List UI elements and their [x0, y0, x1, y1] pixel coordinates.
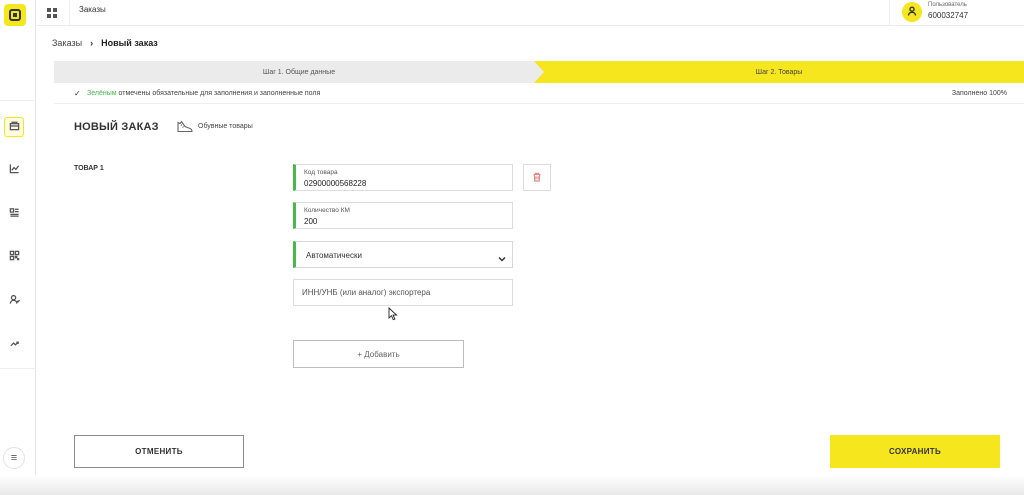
user-icon: [907, 3, 917, 21]
sidebar-item-analytics[interactable]: [4, 160, 24, 180]
product-category: Обувные товары: [198, 123, 253, 130]
product-code-field[interactable]: Код товара 02900000568228: [293, 164, 513, 191]
topbar-title: Заказы: [79, 5, 106, 14]
shoe-icon: [175, 119, 193, 133]
cancel-button[interactable]: ОТМЕНИТЬ: [74, 435, 244, 468]
avatar[interactable]: [902, 2, 922, 22]
notice-green-word: Зелёным: [87, 90, 117, 97]
code-generation-mode-select[interactable]: Автоматически: [293, 241, 513, 268]
qr-icon: [9, 248, 20, 266]
sidebar-item-exchange[interactable]: [4, 335, 24, 355]
validation-notice: ✓ Зелёным отмечены обязательные для запо…: [54, 84, 1024, 104]
quantity-value[interactable]: 200: [304, 217, 317, 226]
check-icon: ✓: [74, 89, 81, 98]
quantity-label: Количество КМ: [304, 207, 350, 214]
list-icon: [9, 205, 20, 223]
breadcrumb: Заказы › Новый заказ: [52, 38, 158, 48]
quantity-field[interactable]: Количество КМ 200: [293, 202, 513, 229]
completion-status: Заполнено 100%: [951, 90, 1007, 97]
sidebar-item-participants[interactable]: [4, 291, 24, 311]
topbar: Заказы Пользователь 600032747: [37, 0, 1024, 26]
sidebar-item-codes[interactable]: [4, 247, 24, 267]
stepper: Шаг 1. Общие данные Шаг 2. Товары: [54, 61, 1024, 83]
sidebar: ≡: [0, 0, 36, 495]
save-button[interactable]: СОХРАНИТЬ: [830, 435, 1000, 468]
notice-text: Зелёным отмечены обязательные для заполн…: [87, 90, 320, 97]
item-label: ТОВАР 1: [74, 165, 104, 172]
app-logo-icon[interactable]: [4, 4, 26, 26]
exchange-icon: [9, 336, 20, 354]
exporter-inn-input[interactable]: [302, 280, 502, 305]
exporter-inn-field[interactable]: [293, 279, 513, 306]
add-item-button[interactable]: + Добавить: [293, 340, 464, 368]
trash-icon: [532, 169, 542, 187]
sidebar-item-orders[interactable]: [4, 117, 24, 137]
orders-icon: [9, 118, 20, 136]
page-title: НОВЫЙ ЗАКАЗ: [74, 121, 159, 133]
sidebar-item-documents[interactable]: [4, 204, 24, 224]
user-id: 600032747: [928, 11, 969, 20]
notice-rest: отмечены обязательные для заполнения и з…: [116, 90, 321, 97]
breadcrumb-orders-link[interactable]: Заказы: [52, 38, 82, 48]
user-menu[interactable]: Пользователь 600032747: [889, 0, 1024, 26]
sidebar-divider: [0, 100, 36, 101]
apps-grid-icon[interactable]: [47, 5, 59, 18]
bottom-shadow: [0, 475, 1024, 495]
sidebar-divider: [0, 368, 36, 369]
product-code-value[interactable]: 02900000568228: [304, 179, 366, 188]
chevron-down-icon: [498, 250, 506, 262]
product-code-label: Код товара: [304, 169, 338, 176]
chevron-right-icon: ›: [90, 38, 94, 48]
delete-item-button[interactable]: [523, 164, 551, 191]
step-goods[interactable]: Шаг 2. Товары: [534, 61, 1024, 83]
select-value: Автоматически: [306, 251, 362, 260]
menu-toggle-button[interactable]: ≡: [3, 447, 25, 469]
chart-icon: [9, 161, 20, 179]
topbar-separator: [69, 0, 70, 26]
hamburger-icon: ≡: [10, 452, 18, 464]
mouse-cursor-icon: [388, 306, 398, 321]
users-icon: [9, 292, 20, 310]
step-general-data[interactable]: Шаг 1. Общие данные: [54, 61, 544, 83]
breadcrumb-current: Новый заказ: [101, 38, 158, 48]
user-label: Пользователь: [928, 2, 967, 8]
